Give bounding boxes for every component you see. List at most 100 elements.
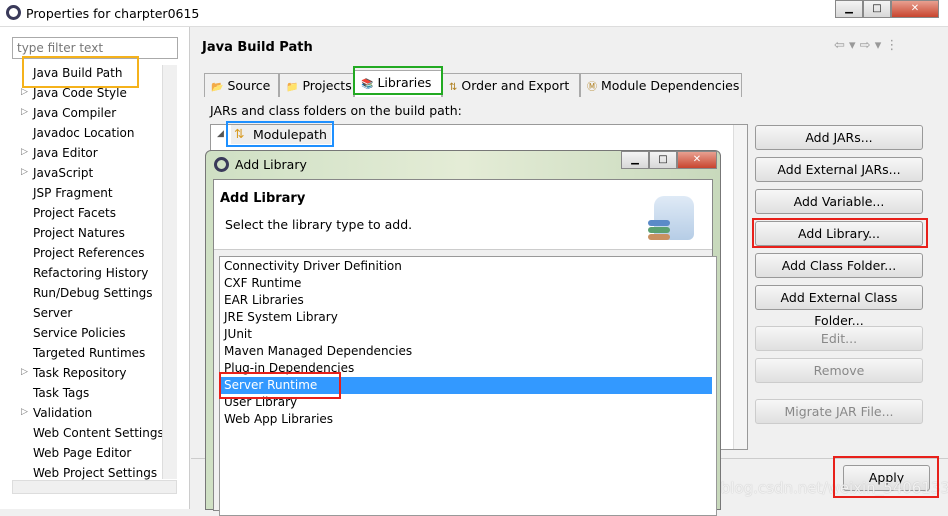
expand-arrow-icon[interactable]: ▷ [21,87,28,97]
library-type-item[interactable]: EAR Libraries [220,292,712,309]
tree-item-label: Project Natures [33,226,125,240]
add-library-dialog: Add Library ▁ □ ✕ Add Library Select the… [205,150,721,516]
tab-label: Source [227,78,271,93]
library-type-item[interactable]: Connectivity Driver Definition [220,258,712,275]
highlight-server-runtime [219,372,341,399]
tree-item-label: Web Project Settings [33,466,158,480]
tree-item[interactable]: Web Project Settings [33,466,157,480]
library-type-item[interactable]: JUnit [220,326,712,343]
tree-item[interactable]: Web Content Settings [33,426,164,440]
tree-item-label: Server [33,306,73,320]
tree-vertical-scrollbar[interactable] [162,65,177,479]
minimize-button[interactable]: ▁ [835,0,863,18]
tab-projects[interactable]: 📁 Projects [279,73,354,97]
highlight-libraries-tab [353,66,443,95]
library-type-item[interactable]: Maven Managed Dependencies [220,343,712,360]
nav-back-forward-icon[interactable]: ⇦ ▾ ⇨ ▾ ⋮ [834,38,898,53]
highlight-apply [833,456,939,498]
tab-source[interactable]: 📂 Source [204,73,279,97]
title-bar: Properties for charpter0615 ▁ □ ✕ [0,0,948,27]
tree-item[interactable]: Server [33,306,72,320]
tree-item-label: Java Code Style [33,86,127,100]
expand-arrow-icon[interactable]: ▷ [21,107,28,117]
tree-item[interactable]: Refactoring History [33,266,148,280]
tree-item[interactable]: JSP Fragment [33,186,113,200]
dialog-banner: Add Library Select the library type to a… [214,180,712,250]
expand-arrow-icon[interactable]: ▷ [21,147,28,157]
dialog-maximize-button[interactable]: □ [649,151,677,169]
maximize-button[interactable]: □ [863,0,891,18]
module-icon: Ⓜ [587,82,597,93]
tree-item-label: Service Policies [33,326,126,340]
order-export-icon: ⇅ [449,82,458,93]
highlight-add-library [752,218,928,248]
expand-arrow-icon[interactable]: ▷ [21,167,28,177]
library-type-item[interactable]: CXF Runtime [220,275,712,292]
tree-item-label: Validation [33,406,93,420]
tree-item-label: Web Page Editor [33,446,132,460]
dialog-close-button[interactable]: ✕ [677,151,717,169]
expand-arrow-icon[interactable]: ▷ [21,407,28,417]
tree-item[interactable]: ▷ Task Repository [21,366,127,380]
tree-item[interactable]: ▷ JavaScript [21,166,93,180]
add-external-class-folder-button[interactable]: Add External Class Folder... [755,285,923,328]
tree-item-label: Task Tags [33,386,90,400]
projects-icon: 📁 [286,82,299,93]
window-title: Properties for charpter0615 [26,6,200,21]
dialog-title: Add Library [235,157,307,172]
tree-item[interactable]: ▷ Validation [21,406,93,420]
tree-item-label: Javadoc Location [33,126,135,140]
migrate-jar-file-button: Migrate JAR File... [755,399,923,424]
tree-item[interactable]: Project Facets [33,206,116,220]
tab-label: Projects [302,78,352,93]
tree-item-label: Project References [33,246,145,260]
tree-horizontal-scrollbar[interactable] [12,480,177,494]
highlight-java-build-path [22,56,139,88]
add-class-folder-button[interactable]: Add Class Folder... [755,253,923,278]
dialog-body: Add Library Select the library type to a… [213,179,717,516]
tree-item[interactable]: Project Natures [33,226,125,240]
tree-item[interactable]: Javadoc Location [33,126,134,140]
tree-item[interactable]: ▷ Java Editor [21,146,98,160]
tree-item-label: Task Repository [33,366,127,380]
library-jar-icon [648,196,694,240]
library-type-item[interactable]: Web App Libraries [220,411,712,428]
eclipse-icon [214,157,229,172]
add-jars-button[interactable]: Add JARs... [755,125,923,150]
tree-item-label: Java Editor [33,146,98,160]
library-type-item[interactable]: JRE System Library [220,309,712,326]
tree-item[interactable]: ▷ Java Code Style [21,86,127,100]
dialog-description: Select the library type to add. [225,217,413,232]
tab-module-dependencies[interactable]: Ⓜ Module Dependencies [580,73,742,97]
tree-item[interactable]: Run/Debug Settings [33,286,153,300]
tree-item[interactable]: Targeted Runtimes [33,346,145,360]
tree-item-label: Targeted Runtimes [33,346,146,360]
tree-scrollbar[interactable] [733,125,747,449]
source-icon: 📂 [211,82,224,93]
tab-label: Order and Export [461,78,570,93]
expand-arrow-icon[interactable]: ▷ [21,367,28,377]
tree-item[interactable]: Web Page Editor [33,446,131,460]
property-tree-panel: type filter text Java Build Path ▷ Java Co… [0,27,190,509]
dialog-heading: Add Library [220,191,306,206]
close-button[interactable]: ✕ [891,0,939,18]
dialog-minimize-button[interactable]: ▁ [621,151,649,169]
tree-item-label: Project Facets [33,206,116,220]
add-variable-button[interactable]: Add Variable... [755,189,923,214]
tree-item[interactable]: Task Tags [33,386,89,400]
section-label: JARs and class folders on the build path… [210,103,462,118]
tree-item-label: JSP Fragment [33,186,113,200]
tab-order-and-export[interactable]: ⇅ Order and Export [442,73,580,97]
tree-item-label: Refactoring History [33,266,149,280]
tree-item[interactable]: Project References [33,246,145,260]
add-external-jars-button[interactable]: Add External JARs... [755,157,923,182]
tree-item-label: Run/Debug Settings [33,286,153,300]
eclipse-icon [6,5,21,20]
page-title: Java Build Path [202,40,313,55]
tree-item[interactable]: Service Policies [33,326,126,340]
remove-button: Remove [755,358,923,383]
tab-label: Module Dependencies [600,78,740,93]
edit-button: Edit... [755,326,923,351]
tree-item[interactable]: ▷ Java Compiler [21,106,117,120]
tree-item-label: Java Compiler [33,106,117,120]
